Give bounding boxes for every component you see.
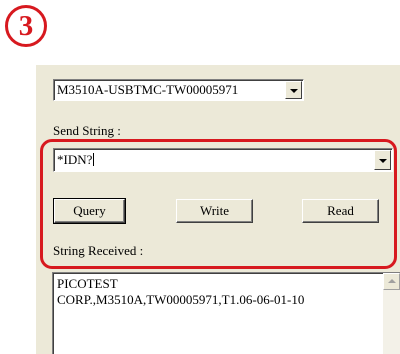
- response-text: PICOTEST CORP.,M3510A,TW00005971,T1.06-0…: [57, 276, 305, 307]
- instrument-select-value: M3510A-USBTMC-TW00005971: [57, 82, 239, 97]
- send-string-label: Send String :: [53, 123, 121, 138]
- vertical-scrollbar[interactable]: [383, 273, 400, 354]
- chevron-up-icon: [388, 279, 396, 283]
- scroll-up-button[interactable]: [383, 273, 400, 290]
- instrument-select[interactable]: M3510A-USBTMC-TW00005971: [53, 79, 304, 101]
- instrument-dropdown-button[interactable]: [285, 81, 302, 99]
- highlight-frame: [40, 139, 397, 269]
- response-textarea[interactable]: PICOTEST CORP.,M3510A,TW00005971,T1.06-0…: [52, 272, 400, 354]
- step-number-badge: 3: [5, 5, 47, 47]
- chevron-down-icon: [290, 89, 298, 93]
